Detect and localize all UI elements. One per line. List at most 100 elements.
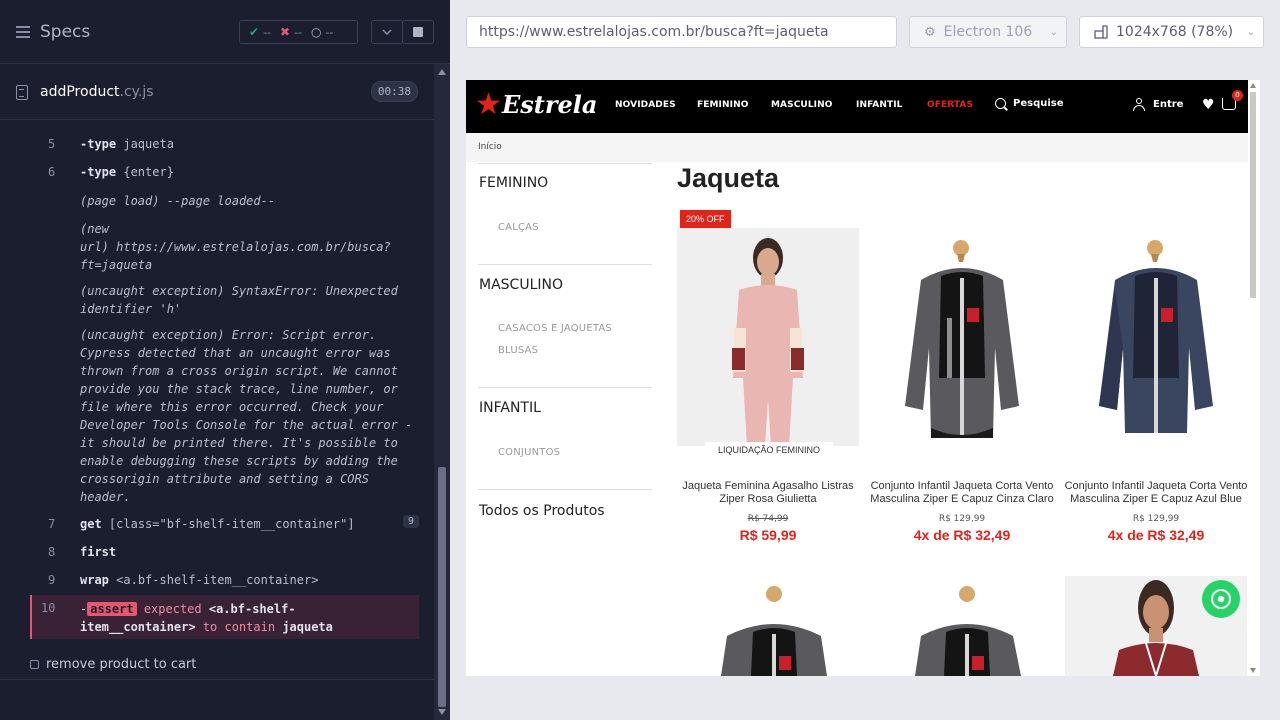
failed-assert-row[interactable]: 10 - assert expected <a.bf-shelf- item__c… xyxy=(30,595,419,639)
breadcrumb: Início xyxy=(466,133,1248,162)
command-name: wrap <a.bf-shelf-item__container> xyxy=(80,573,319,587)
whatsapp-icon xyxy=(1211,589,1231,609)
assert-to-contain: to contain xyxy=(202,620,276,634)
product-installments: 4x de R$ 32,49 xyxy=(913,527,1011,543)
nav-masculino[interactable]: MASCULINO xyxy=(771,100,832,110)
uncaught-exception-2[interactable]: (uncaught exception) Error: Script error… xyxy=(80,326,420,506)
product-image[interactable] xyxy=(871,228,1053,446)
viewport-selector[interactable]: 1024x768 (78%) ⌄ xyxy=(1079,16,1264,48)
command-number: 5 xyxy=(48,137,56,151)
page-load-event[interactable]: (page load) --page loaded-- xyxy=(80,192,420,210)
site-search[interactable]: Pesquise xyxy=(995,98,1064,109)
command-row[interactable]: 9 wrap <a.bf-shelf-item__container> xyxy=(30,573,419,591)
sidebar-item-calcas[interactable]: CALÇAS xyxy=(498,222,539,233)
scroll-up-icon[interactable] xyxy=(438,69,446,75)
product-image[interactable] xyxy=(1065,228,1247,446)
stop-icon xyxy=(413,27,423,37)
product-name[interactable]: Jaqueta Feminina Agasalho Listras Ziper … xyxy=(671,480,865,506)
command-arg: [class="bf-shelf-item__container"] xyxy=(108,517,355,531)
nav-ofertas[interactable]: OFERTAS xyxy=(927,100,973,110)
passed-count: -- xyxy=(263,25,272,39)
product-price-full: R$ 129,99 xyxy=(1132,514,1180,524)
page-title: Jaqueta xyxy=(677,163,780,193)
command-row[interactable]: 6 -type {enter} xyxy=(30,165,419,183)
sidebar-item-casacos[interactable]: CASACOS E JAQUETAS xyxy=(498,323,612,334)
new-url-label: (new xyxy=(80,222,109,236)
test-remove-product[interactable]: remove product to cart xyxy=(30,657,196,672)
nav-infantil[interactable]: INFANTIL xyxy=(856,100,903,110)
page-scrollbar[interactable] xyxy=(1248,80,1260,676)
product-card[interactable]: Conjunto Infantil Jaqueta Corta Vento Ma… xyxy=(870,228,1054,543)
command-row[interactable]: 7 get [class="bf-shelf-item__container"]… xyxy=(30,515,419,535)
product-card[interactable] xyxy=(677,576,859,676)
command-row[interactable]: 5 -type jaqueta xyxy=(30,137,419,155)
url-bar[interactable]: https://www.estrelalojas.com.br/busca?ft… xyxy=(466,16,897,48)
specs-toggle[interactable]: Specs xyxy=(16,22,90,42)
product-name[interactable]: Conjunto Infantil Jaqueta Corta Vento Ma… xyxy=(1059,480,1253,506)
pending-count: -- xyxy=(325,25,334,39)
sidebar-masculino[interactable]: MASCULINO xyxy=(479,277,563,293)
product-card[interactable]: Conjunto Infantil Jaqueta Corta Vento Ma… xyxy=(1065,228,1247,543)
spec-header: addProduct .cy.js 00:38 xyxy=(0,65,434,120)
pending-stat: ○ -- xyxy=(311,25,333,39)
auto-scroll-button[interactable] xyxy=(371,20,403,44)
product-name[interactable]: Conjunto Infantil Jaqueta Corta Vento Ma… xyxy=(865,480,1059,506)
test-title: remove product to cart xyxy=(46,657,197,672)
test-stats: ✔ -- ✖ -- ○ -- xyxy=(239,20,358,44)
discount-badge: 20% OFF xyxy=(680,210,731,228)
scroll-up-icon[interactable] xyxy=(1250,83,1256,88)
spec-duration: 00:38 xyxy=(370,81,418,102)
search-icon xyxy=(995,98,1006,109)
login-link[interactable]: Entre xyxy=(1133,98,1183,111)
ruler-icon xyxy=(1094,25,1108,39)
uncaught-exception-1[interactable]: (uncaught exception) SyntaxError: Unexpe… xyxy=(80,282,420,318)
search-label: Pesquise xyxy=(1013,98,1064,109)
whatsapp-button[interactable] xyxy=(1202,580,1240,618)
stop-button[interactable] xyxy=(402,20,434,44)
product-tag: LIQUIDAÇÃO FEMININO xyxy=(705,442,833,459)
assert-expected: expected xyxy=(143,602,202,616)
sidebar-item-conjuntos[interactable]: CONJUNTOS xyxy=(498,447,560,458)
element-count-badge: 9 xyxy=(402,515,419,528)
nav-feminino[interactable]: FEMININO xyxy=(697,100,748,110)
command-number: 8 xyxy=(48,545,56,559)
chevron-down-icon: ⌄ xyxy=(1049,26,1058,38)
assert-badge: assert xyxy=(87,602,137,616)
chevron-down-icon: ⌄ xyxy=(1246,26,1255,38)
product-price: R$ 59,99 xyxy=(739,527,797,543)
cart-count-badge: 0 xyxy=(1232,90,1243,101)
scroll-down-icon[interactable] xyxy=(438,709,446,715)
site-header: ★ Estrela NOVIDADES FEMININO MASCULINO I… xyxy=(466,80,1248,133)
new-url-tail: ft=jaqueta xyxy=(80,258,153,272)
new-url-event[interactable]: (new url) https://www.estrelalojas.com.b… xyxy=(80,220,420,274)
product-image[interactable] xyxy=(871,576,1053,676)
scrollbar-thumb[interactable] xyxy=(438,467,446,707)
command-row[interactable]: 8 first xyxy=(30,545,419,563)
nav-novidades[interactable]: NOVIDADES xyxy=(615,100,676,110)
breadcrumb-home[interactable]: Início xyxy=(478,142,502,152)
command-number: 6 xyxy=(48,165,56,179)
product-card[interactable]: LIQUIDAÇÃO FEMININO Jaqueta Feminina Aga… xyxy=(677,228,859,543)
sidebar-item-blusas[interactable]: BLUSAS xyxy=(498,345,538,356)
product-image[interactable] xyxy=(677,576,859,676)
product-image[interactable] xyxy=(677,228,859,446)
reporter-scrollbar[interactable] xyxy=(434,64,450,720)
spec-name: addProduct xyxy=(40,84,120,100)
pending-test-icon xyxy=(30,660,39,669)
sidebar-feminino[interactable]: FEMININO xyxy=(479,175,548,191)
sidebar-all-products[interactable]: Todos os Produtos xyxy=(479,503,605,519)
heart-icon[interactable]: ♥ xyxy=(1202,97,1215,113)
scrollbar-thumb[interactable] xyxy=(1250,92,1256,298)
divider xyxy=(0,679,434,680)
browser-name: Electron 106 xyxy=(943,24,1033,40)
site-logo[interactable]: ★ Estrela xyxy=(475,89,597,119)
sidebar-infantil[interactable]: INFANTIL xyxy=(479,400,541,416)
command-number: 10 xyxy=(41,601,56,615)
app-under-test: ★ Estrela NOVIDADES FEMININO MASCULINO I… xyxy=(466,80,1260,676)
product-price-full: R$ 129,99 xyxy=(938,514,986,524)
browser-selector[interactable]: ⚙ Electron 106 ⌄ xyxy=(909,16,1067,48)
spec-extension: .cy.js xyxy=(119,84,154,100)
product-card[interactable] xyxy=(871,576,1053,676)
scroll-down-icon[interactable] xyxy=(1250,668,1256,673)
viewport-size: 1024x768 (78%) xyxy=(1116,24,1234,40)
